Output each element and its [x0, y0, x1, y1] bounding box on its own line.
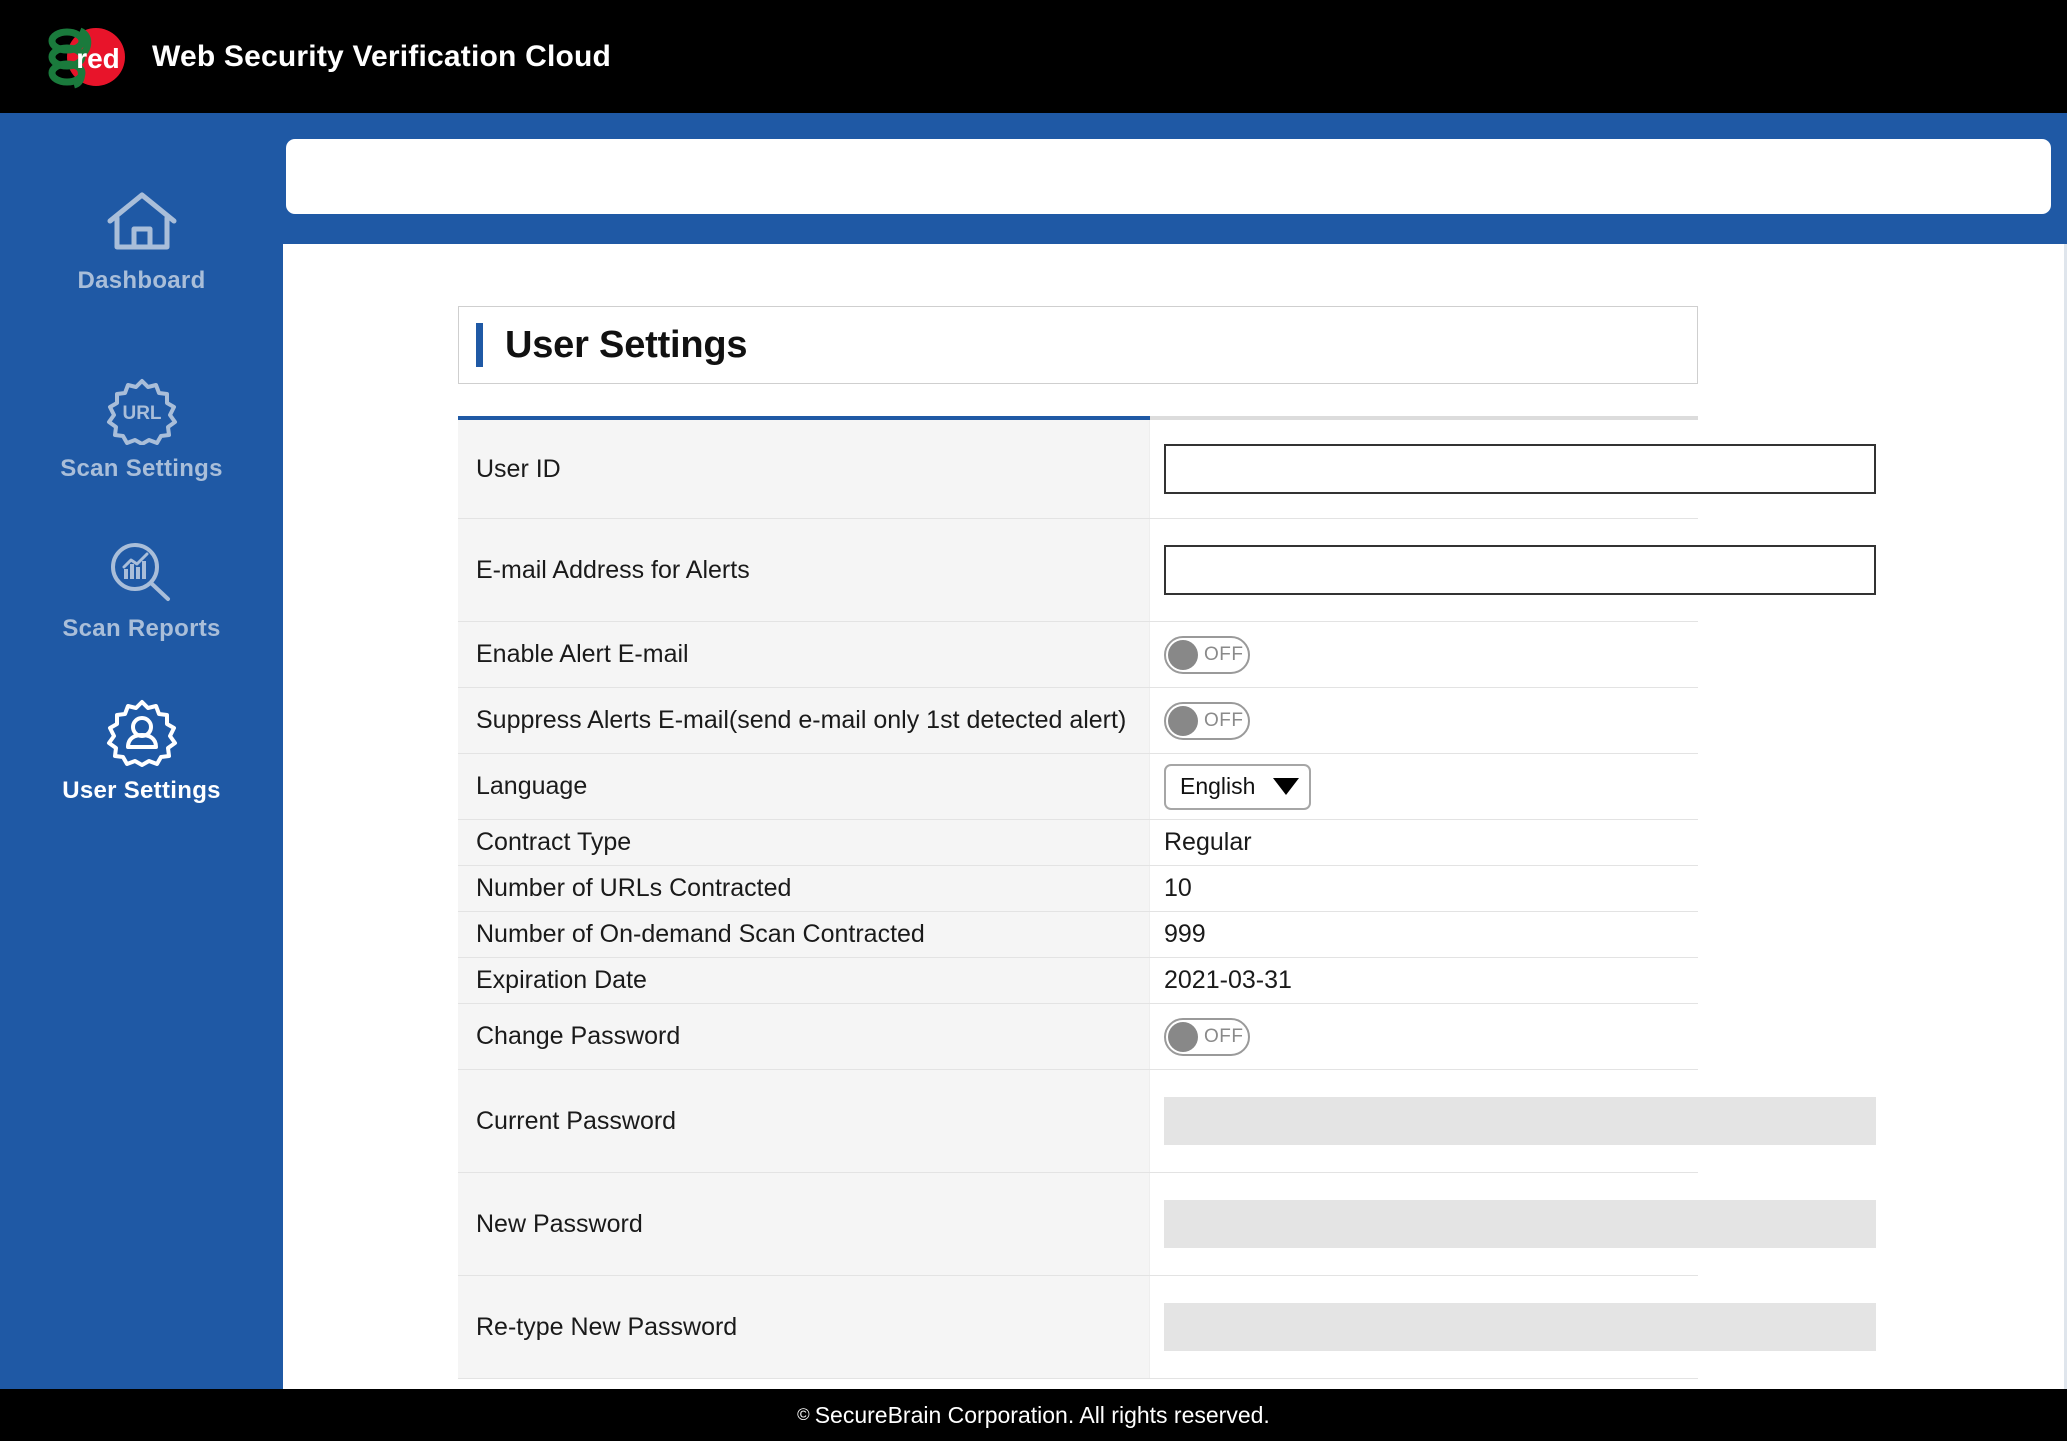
table-row: Expiration Date 2021-03-31: [458, 958, 1698, 1004]
retype-new-password-input[interactable]: [1164, 1303, 1876, 1351]
row-label: Change Password: [458, 1004, 1150, 1069]
table-row: New Password: [458, 1173, 1876, 1276]
sidebar-item-label: Scan Settings: [60, 455, 223, 482]
row-label: Expiration Date: [458, 958, 1150, 1003]
app-title: Web Security Verification Cloud: [152, 39, 612, 73]
enable-alert-email-toggle[interactable]: OFF: [1164, 635, 1250, 674]
row-label: Re-type New Password: [458, 1276, 1150, 1378]
contract-type-value: Regular: [1150, 820, 1698, 865]
row-label: User ID: [458, 420, 1150, 518]
copyright-icon: ©: [797, 1405, 810, 1424]
sidebar-item-scan-settings[interactable]: URL Scan Settings: [0, 351, 283, 493]
row-label: New Password: [458, 1173, 1150, 1275]
table-row: Re-type New Password: [458, 1276, 1876, 1379]
app-header: red Web Security Verification Cloud: [0, 0, 2067, 113]
row-value: OFF: [1150, 1004, 1698, 1069]
sidebar-item-dashboard[interactable]: Dashboard: [0, 163, 283, 305]
sidebar-item-label: Scan Reports: [62, 615, 221, 642]
new-password-input[interactable]: [1164, 1200, 1876, 1248]
row-value: [1150, 420, 1876, 518]
magnifier-chart-icon: [0, 537, 283, 605]
row-label: E-mail Address for Alerts: [458, 519, 1150, 621]
language-select[interactable]: English: [1164, 763, 1312, 810]
svg-text:URL: URL: [122, 403, 161, 424]
toggle-knob: [1168, 639, 1198, 670]
expiration-date-value: 2021-03-31: [1150, 958, 1698, 1003]
table-row: User ID: [458, 416, 1876, 519]
row-value: [1150, 1070, 1876, 1172]
toggle-state-label: OFF: [1204, 643, 1244, 665]
table-row: E-mail Address for Alerts: [458, 519, 1876, 622]
table-row: Number of URLs Contracted 10: [458, 866, 1698, 912]
sidebar-item-label: Dashboard: [77, 267, 206, 294]
table-row: Contract Type Regular: [458, 820, 1698, 866]
page-title: User Settings: [505, 323, 748, 366]
toggle-knob: [1168, 705, 1198, 736]
sidebar-item-label: User Settings: [62, 777, 221, 804]
change-password-toggle[interactable]: OFF: [1164, 1017, 1250, 1056]
row-value: OFF: [1150, 622, 1698, 687]
table-row: Current Password: [458, 1070, 1876, 1173]
urls-contracted-value: 10: [1150, 866, 1698, 911]
row-label: Current Password: [458, 1070, 1150, 1172]
row-value: [1150, 1173, 1876, 1275]
toggle-state-label: OFF: [1204, 1025, 1244, 1047]
row-label: Number of URLs Contracted: [458, 866, 1150, 911]
table-row: Enable Alert E-mail OFF: [458, 622, 1698, 688]
user-id-input[interactable]: [1164, 444, 1876, 494]
home-icon: [0, 189, 283, 257]
table-row: Number of On-demand Scan Contracted 999: [458, 912, 1698, 958]
ondemand-scan-contracted-value: 999: [1150, 912, 1698, 957]
gred-logo-icon: red: [48, 27, 125, 88]
row-label: Number of On-demand Scan Contracted: [458, 912, 1150, 957]
row-label: Language: [458, 754, 1150, 819]
sidebar-item-user-settings[interactable]: User Settings: [0, 673, 283, 815]
chevron-down-icon: [1273, 778, 1300, 795]
title-accent-bar: [476, 323, 483, 367]
main-content: User Settings User ID E-mail Address for…: [283, 244, 2067, 1389]
current-password-input[interactable]: [1164, 1097, 1876, 1145]
sidebar: Dashboard URL Scan Settings Scan Reports…: [0, 113, 283, 1389]
gear-user-icon: [0, 699, 283, 767]
row-value: [1150, 519, 1876, 621]
alert-email-input[interactable]: [1164, 545, 1876, 595]
table-row: Language English: [458, 754, 1698, 820]
row-value: [1150, 1276, 1876, 1378]
row-value: OFF: [1150, 688, 1698, 753]
table-row: Change Password OFF: [458, 1004, 1698, 1070]
top-toolbar-panel: [286, 139, 2051, 214]
row-value: English: [1150, 754, 1698, 819]
logo-word: red: [76, 43, 120, 74]
table-row: Suppress Alerts E-mail(send e-mail only …: [458, 688, 1698, 754]
gred-logo[interactable]: red: [40, 21, 136, 93]
row-label: Contract Type: [458, 820, 1150, 865]
language-select-value: English: [1180, 773, 1256, 799]
footer-text: SecureBrain Corporation. All rights rese…: [814, 1401, 1270, 1428]
suppress-alerts-email-toggle[interactable]: OFF: [1164, 701, 1250, 740]
toggle-knob: [1168, 1021, 1198, 1052]
row-label: Suppress Alerts E-mail(send e-mail only …: [458, 688, 1150, 753]
sidebar-item-scan-reports[interactable]: Scan Reports: [0, 511, 283, 653]
toggle-state-label: OFF: [1204, 709, 1244, 731]
page-title-bar: User Settings: [458, 306, 1698, 384]
page-footer: © SecureBrain Corporation. All rights re…: [0, 1389, 2067, 1441]
row-label: Enable Alert E-mail: [458, 622, 1150, 687]
user-settings-form: User ID E-mail Address for Alerts Enable…: [458, 416, 1876, 1379]
gear-url-icon: URL: [0, 377, 283, 446]
